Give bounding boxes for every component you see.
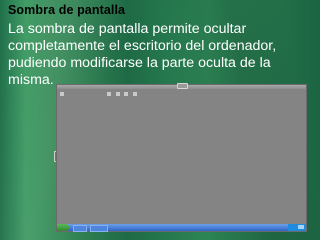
shade-top-handle[interactable] xyxy=(177,83,188,89)
slide-body-text: La sombra de pantalla permite ocultar co… xyxy=(8,21,277,88)
taskbar-item[interactable] xyxy=(90,225,108,232)
system-tray xyxy=(288,224,306,231)
desktop-icon[interactable] xyxy=(124,92,128,96)
start-button[interactable] xyxy=(58,224,69,231)
clock-icon xyxy=(298,225,304,229)
desktop-icon[interactable] xyxy=(133,92,137,96)
slide-title: Sombra de pantalla xyxy=(8,3,126,17)
taskbar-item[interactable] xyxy=(73,225,87,232)
desktop-icon[interactable] xyxy=(60,92,64,96)
desktop-icon[interactable] xyxy=(107,92,111,96)
screen-shade-screenshot xyxy=(57,83,306,232)
taskbar xyxy=(57,224,306,232)
desktop-icon[interactable] xyxy=(116,92,120,96)
